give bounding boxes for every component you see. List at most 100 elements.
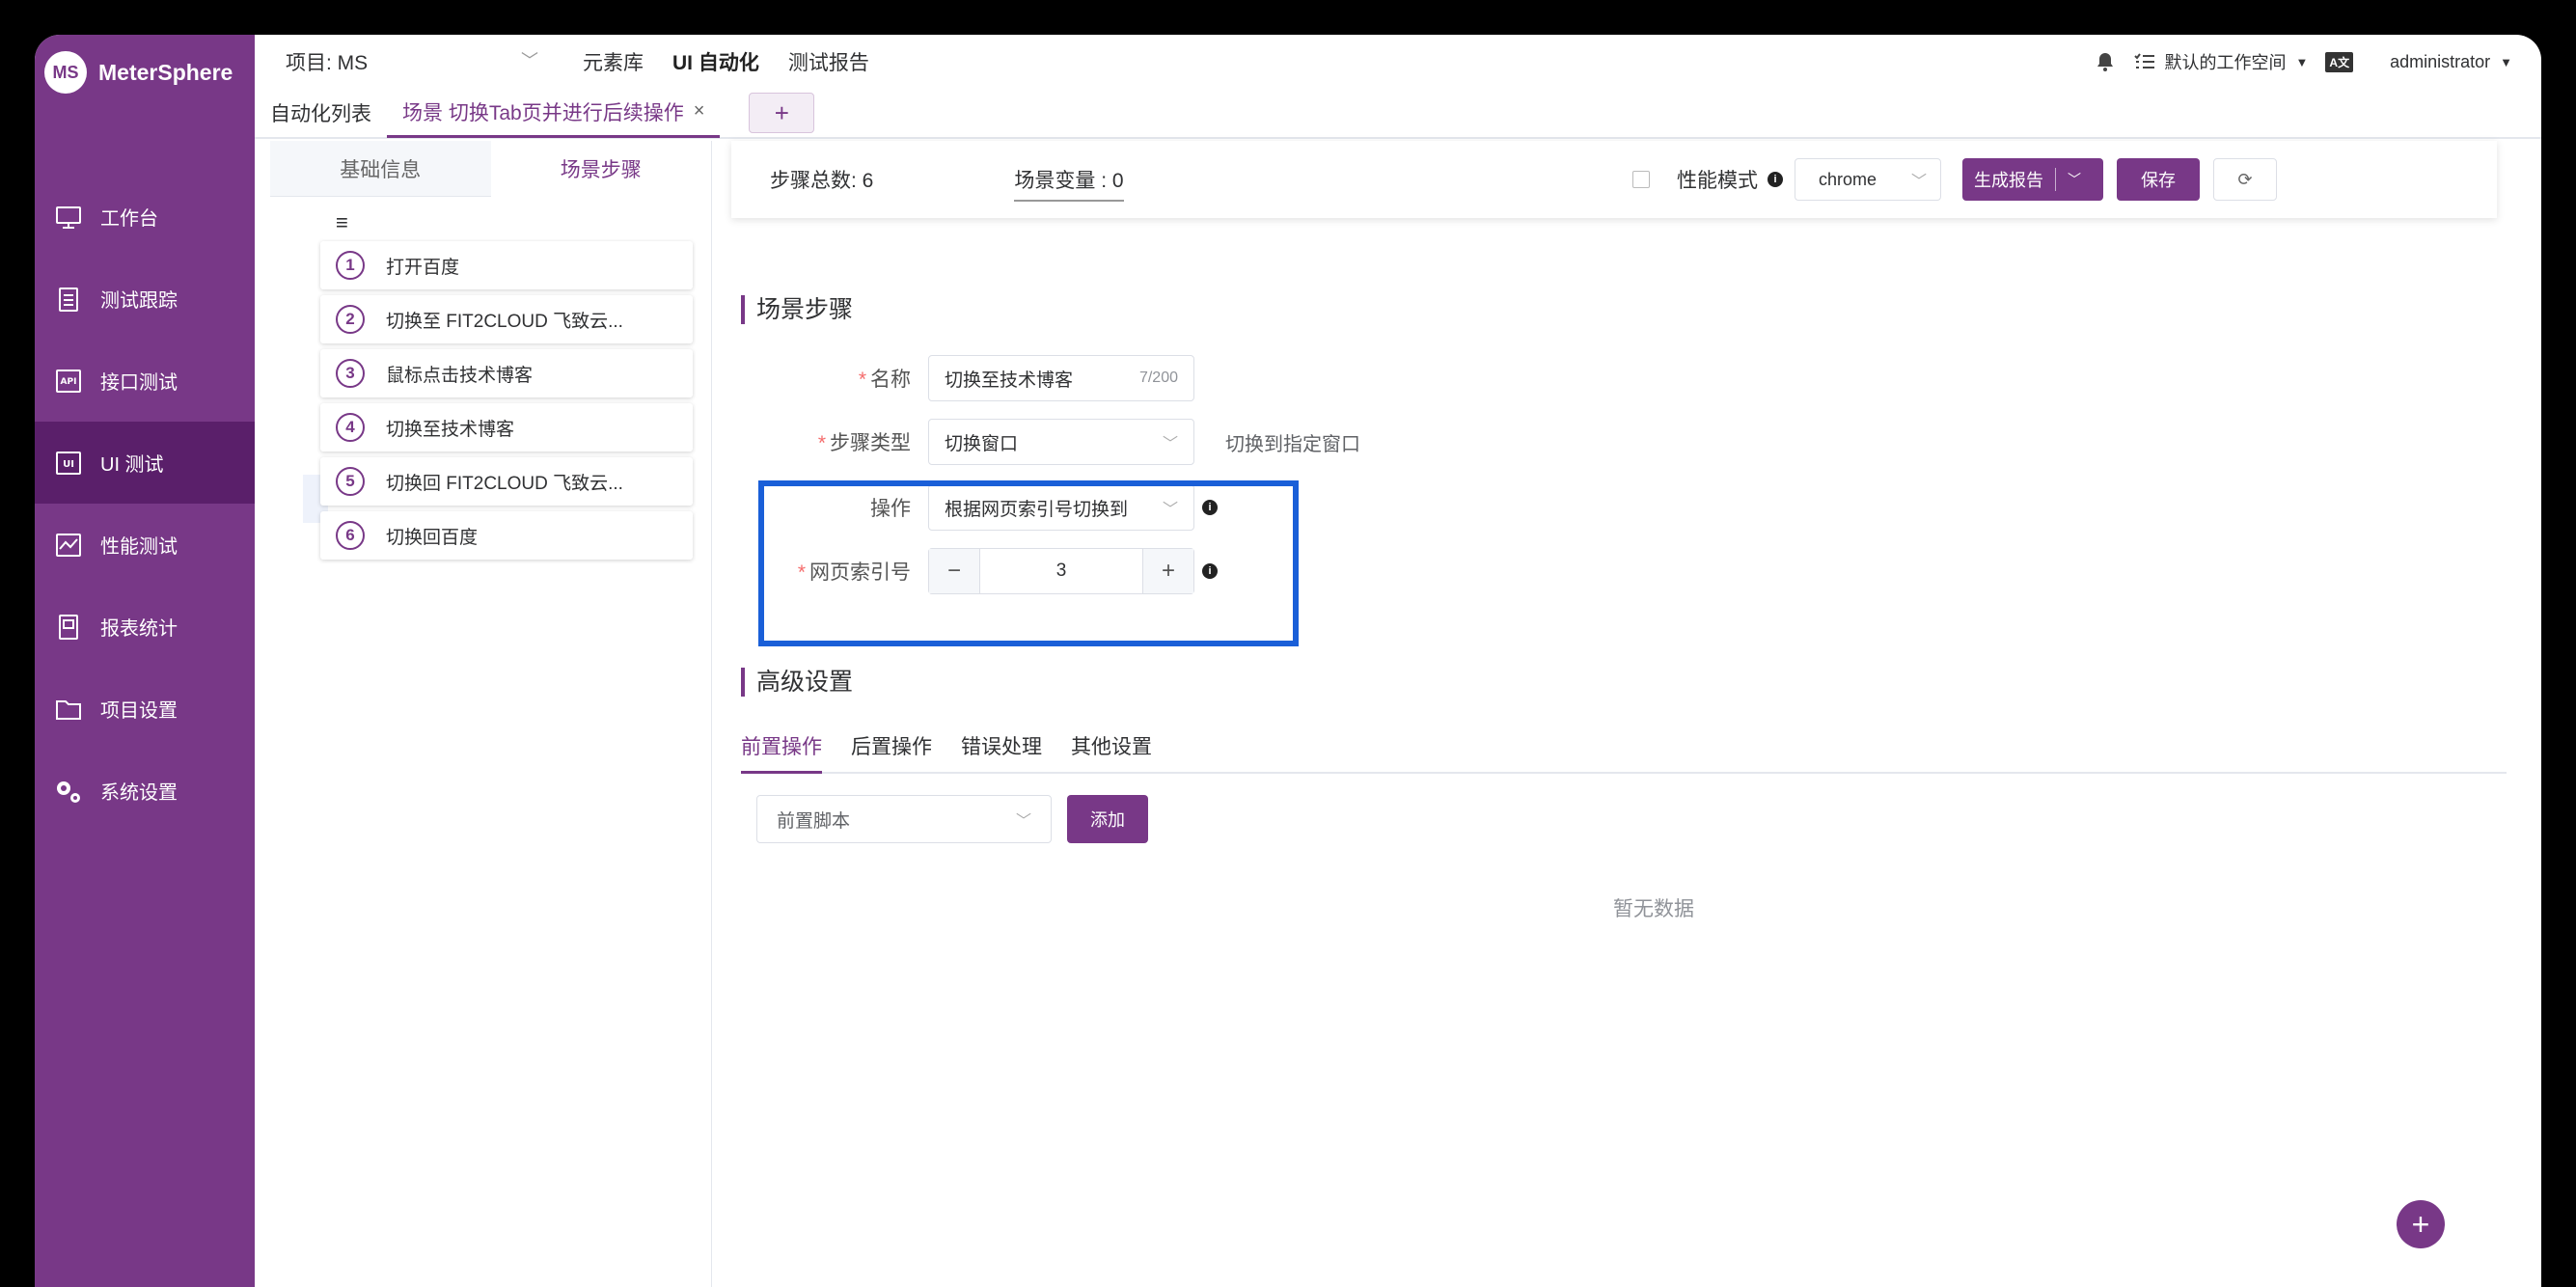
name-label: * 名称 <box>858 369 911 391</box>
gears-icon <box>52 775 85 808</box>
nav-element-library[interactable]: 元素库 <box>583 47 644 76</box>
scenario-summary-bar: 步骤总数: 6 场景变量 : 0 性能模式 i chrome ﹀ 生成报告 ﹀ … <box>731 141 2497 218</box>
user-menu[interactable]: administrator ▼ <box>2390 52 2512 72</box>
tab-scenario[interactable]: 场景 切换Tab页并进行后续操作 × <box>387 88 721 138</box>
step-list: 1 打开百度 2 切换至 FIT2CLOUD 飞致云... 3 鼠标点击技术博客… <box>320 241 693 565</box>
caret-down-icon: ▼ <box>2500 54 2512 69</box>
chevron-down-icon: ﹀ <box>1162 436 1178 452</box>
chevron-down-icon: ﹀ <box>521 51 538 70</box>
add-button[interactable]: 添加 <box>1067 795 1148 843</box>
add-tab-button[interactable]: + <box>749 93 815 133</box>
app-window: MS MeterSphere 工作台 测试跟踪 API 接口测试 UI UI 测… <box>35 35 2541 1287</box>
step-type-select[interactable]: 切换窗口 ﹀ <box>928 419 1194 465</box>
sidebar-item-api-test[interactable]: API 接口测试 <box>35 340 255 422</box>
refresh-icon: ⟳ <box>2237 169 2253 189</box>
step-label: 切换回 FIT2CLOUD 飞致云... <box>386 473 623 494</box>
generate-report-label: 生成报告 <box>1974 171 2043 190</box>
sidebar-item-workbench[interactable]: 工作台 <box>35 176 255 258</box>
chevron-down-icon: ﹀ <box>1015 813 1031 830</box>
tab-error-handling[interactable]: 错误处理 <box>961 731 1042 774</box>
project-select[interactable]: 项目: MS ﹀ <box>286 47 556 76</box>
form-row-step-type: * 步骤类型 切换窗口 ﹀ 切换到指定窗口 <box>712 419 1360 465</box>
tab-post-operation[interactable]: 后置操作 <box>851 731 932 774</box>
sidebar-item-project-settings[interactable]: 项目设置 <box>35 668 255 750</box>
svg-text:UI: UI <box>63 459 74 470</box>
sidebar-item-label: 接口测试 <box>100 372 178 394</box>
advanced-tabs: 前置操作 后置操作 错误处理 其他设置 <box>741 731 2507 774</box>
sidebar-menu: 工作台 测试跟踪 API 接口测试 UI UI 测试 性能测试 报表统计 项目设… <box>35 176 255 832</box>
nav-ui-automation[interactable]: UI 自动化 <box>672 47 759 76</box>
refresh-button[interactable]: ⟳ <box>2213 158 2277 201</box>
form-row-name: * 名称 切换至技术博客 7/200 <box>712 355 1194 401</box>
sidebar-item-label: 工作台 <box>100 208 158 230</box>
close-icon[interactable]: × <box>694 100 705 123</box>
step-number: 4 <box>336 413 365 442</box>
tab-basic-info[interactable]: 基础信息 <box>270 141 491 197</box>
user-name: administrator <box>2390 51 2491 71</box>
generate-report-button[interactable]: 生成报告 ﹀ <box>1962 158 2103 201</box>
scenario-variables-link[interactable]: 场景变量 : 0 <box>1014 165 1124 202</box>
tab-other-settings[interactable]: 其他设置 <box>1071 731 1152 774</box>
sidebar-item-label: 性能测试 <box>100 536 178 558</box>
bell-icon[interactable] <box>2094 50 2117 73</box>
clipboard-icon <box>52 283 85 315</box>
chevron-down-icon: ﹀ <box>1910 174 1927 190</box>
info-icon[interactable]: i <box>1768 172 1783 187</box>
sidebar-item-label: UI 测试 <box>100 454 164 476</box>
step-label: 打开百度 <box>386 257 460 278</box>
list-check-icon <box>2133 53 2154 68</box>
browser-select-value: chrome <box>1819 169 1877 189</box>
sidebar-item-system-settings[interactable]: 系统设置 <box>35 750 255 832</box>
step-number: 6 <box>336 521 365 550</box>
step-item[interactable]: 6 切换回百度 <box>320 511 693 560</box>
api-icon: API <box>52 365 85 397</box>
step-number: 2 <box>336 305 365 334</box>
chevron-down-icon[interactable]: ﹀ <box>2068 170 2081 189</box>
save-button[interactable]: 保存 <box>2117 158 2200 201</box>
sidebar-item-test-track[interactable]: 测试跟踪 <box>35 258 255 340</box>
workspace-select[interactable]: 默认的工作空间 ▼ <box>2133 49 2309 74</box>
tab-pre-operation[interactable]: 前置操作 <box>741 731 822 774</box>
step-item[interactable]: 3 鼠标点击技术博客 <box>320 349 693 397</box>
folder-icon <box>52 693 85 726</box>
logo-mark: MS <box>44 51 87 94</box>
tab-label: 自动化列表 <box>270 103 371 125</box>
language-icon[interactable]: A文 <box>2325 51 2354 72</box>
logo[interactable]: MS MeterSphere <box>44 48 233 96</box>
add-fab-button[interactable]: + <box>2397 1200 2445 1248</box>
tab-automation-list[interactable]: 自动化列表 <box>255 88 387 138</box>
step-item[interactable]: 1 打开百度 <box>320 241 693 289</box>
left-tabs: 基础信息 场景步骤 <box>270 141 711 197</box>
step-item[interactable]: 2 切换至 FIT2CLOUD 飞致云... <box>320 295 693 343</box>
step-type-label: * 步骤类型 <box>817 432 911 454</box>
pre-script-select[interactable]: 前置脚本 ﹀ <box>756 795 1052 843</box>
tab-scenario-steps[interactable]: 场景步骤 <box>490 141 711 197</box>
name-input[interactable]: 切换至技术博客 7/200 <box>928 355 1194 401</box>
sidebar-item-ui-test[interactable]: UI UI 测试 <box>35 422 255 504</box>
step-number: 1 <box>336 251 365 280</box>
caret-down-icon: ▼ <box>2295 54 2309 69</box>
browser-select[interactable]: chrome ﹀ <box>1795 158 1941 201</box>
main-content: 步骤总数: 6 场景变量 : 0 性能模式 i chrome ﹀ 生成报告 ﹀ … <box>712 141 2541 1287</box>
step-item[interactable]: 5 切换回 FIT2CLOUD 飞致云... <box>320 457 693 506</box>
tab-label: 场景 切换Tab页并进行后续操作 <box>402 101 684 124</box>
chart-icon <box>52 529 85 561</box>
ui-icon: UI <box>52 447 85 479</box>
perf-mode-checkbox[interactable] <box>1632 171 1650 188</box>
step-number: 5 <box>336 467 365 496</box>
sidebar-item-label: 项目设置 <box>100 700 178 722</box>
sidebar-item-reports[interactable]: 报表统计 <box>35 586 255 668</box>
top-bar: 项目: MS ﹀ 元素库 UI 自动化 测试报告 默认的工作空间 ▼ A文 ad… <box>255 35 2541 89</box>
step-item-selected[interactable]: 4 切换至技术博客 <box>320 403 693 452</box>
hamburger-icon[interactable]: ≡ <box>336 210 348 235</box>
annotation-highlight-box <box>758 480 1299 646</box>
sidebar: MS MeterSphere 工作台 测试跟踪 API 接口测试 UI UI 测… <box>35 35 255 1287</box>
char-count: 7/200 <box>1138 370 1178 386</box>
sidebar-item-perf-test[interactable]: 性能测试 <box>35 504 255 586</box>
step-label: 切换回百度 <box>386 527 479 548</box>
project-select-value: 项目: MS <box>286 52 369 74</box>
sidebar-item-label: 报表统计 <box>100 618 178 640</box>
nav-test-report[interactable]: 测试报告 <box>788 47 869 76</box>
step-total: 步骤总数: 6 <box>770 170 874 192</box>
sidebar-item-label: 系统设置 <box>100 782 178 804</box>
